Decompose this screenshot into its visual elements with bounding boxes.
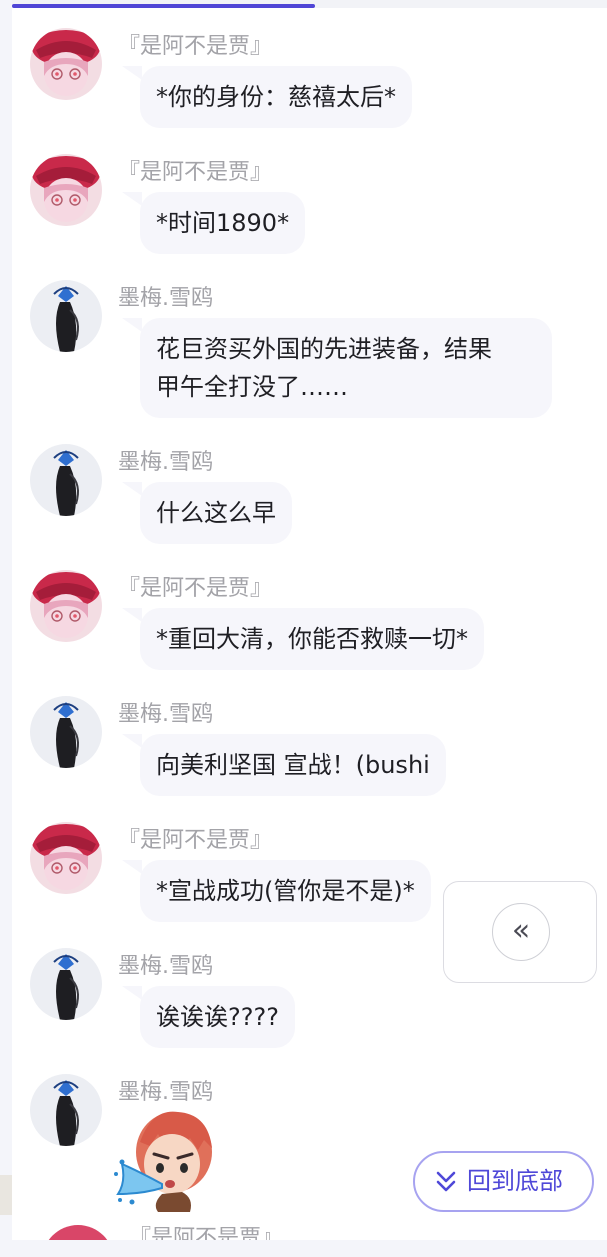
message-bubble[interactable]: *重回大清，你能否救赎一切*: [122, 608, 484, 670]
avatar[interactable]: [30, 948, 102, 1020]
sender-name: 『是阿不是贾』: [129, 1226, 284, 1240]
message-text: *时间1890*: [156, 209, 290, 237]
avatar[interactable]: [30, 28, 102, 100]
avatar[interactable]: [30, 280, 102, 352]
double-chevron-left-icon: «: [492, 903, 550, 961]
message-bubble[interactable]: 向美利坚国 宣战！(bushi: [122, 734, 446, 796]
red-haired-boy-spitting-water-sticker[interactable]: [112, 1102, 222, 1212]
avatar[interactable]: [30, 444, 102, 516]
double-chevron-down-icon: [435, 1153, 457, 1232]
message-text: *宣战成功(管你是不是)*: [156, 877, 415, 905]
collapse-panel-button[interactable]: «: [443, 881, 597, 983]
sender-name: 墨梅.雪鸥: [118, 450, 213, 475]
message-text: 什么这么早: [156, 499, 276, 527]
avatar[interactable]: [30, 1074, 102, 1146]
sender-name: 墨梅.雪鸥: [118, 286, 213, 311]
sender-name: 墨梅.雪鸥: [118, 702, 213, 727]
scroll-to-bottom-label: 回到底部: [467, 1167, 563, 1195]
sender-name: 『是阿不是贾』: [118, 576, 273, 601]
message-text: *重回大清，你能否救赎一切*: [156, 625, 468, 653]
avatar[interactable]: [30, 154, 102, 226]
message-bubble[interactable]: *时间1890*: [121, 192, 306, 254]
chat-screen: 『是阿不是贾』 *你的身份：慈禧太后* 『是阿不是贾』 *时间1890* 墨梅.…: [12, 0, 607, 1240]
message-text: 甲午全打没了……: [156, 373, 348, 401]
sender-name: 墨梅.雪鸥: [118, 954, 213, 979]
message-bubble[interactable]: 花巨资买外国的先进装备，结果 甲午全打没了……: [122, 318, 552, 418]
scroll-to-bottom-button[interactable]: 回到底部: [413, 1151, 594, 1212]
message-text: 诶诶诶????: [156, 1003, 279, 1031]
sender-name: 『是阿不是贾』: [118, 828, 273, 853]
message-text: 花巨资买外国的先进装备，结果: [156, 335, 492, 363]
message-bubble[interactable]: *你的身份：慈禧太后*: [122, 66, 412, 128]
sender-name: 『是阿不是贾』: [118, 34, 273, 59]
avatar[interactable]: [30, 696, 102, 768]
message-bubble[interactable]: *宣战成功(管你是不是)*: [122, 860, 431, 922]
left-edge-strip: [0, 1175, 12, 1215]
message-bubble[interactable]: 什么这么早: [122, 482, 292, 544]
sender-name: 『是阿不是贾』: [118, 160, 273, 185]
message-text: *你的身份：慈禧太后*: [156, 83, 396, 111]
read-progress-bar: [12, 4, 316, 8]
avatar[interactable]: [30, 570, 102, 642]
message-bubble[interactable]: 诶诶诶????: [122, 986, 295, 1048]
avatar[interactable]: [30, 822, 102, 894]
message-text: 向美利坚国 宣战！(bushi: [156, 751, 430, 779]
read-progress-track: [12, 0, 607, 8]
avatar[interactable]: [42, 1225, 114, 1240]
